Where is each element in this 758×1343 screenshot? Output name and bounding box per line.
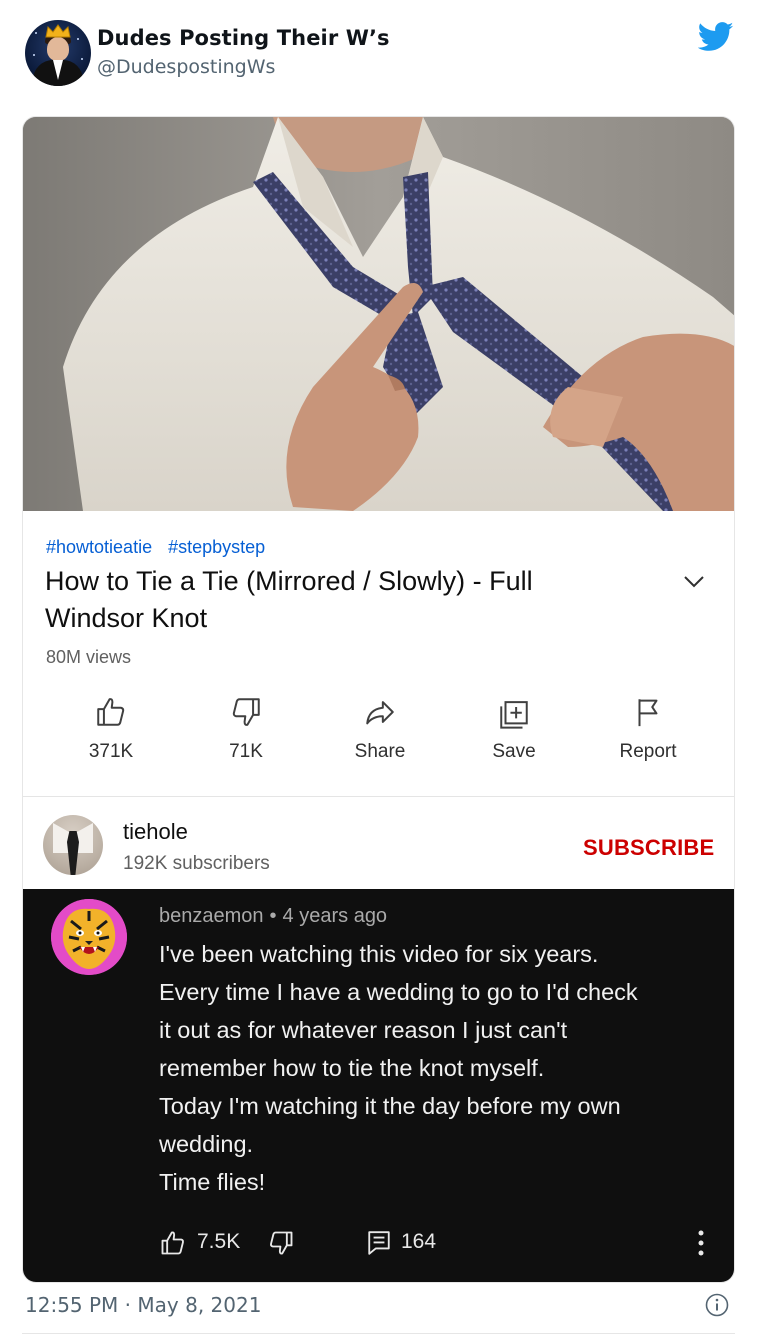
report-button[interactable]: Report bbox=[588, 695, 708, 763]
channel-name[interactable]: tiehole bbox=[123, 819, 188, 845]
comment-dislike-icon[interactable] bbox=[267, 1229, 295, 1257]
like-count: 371K bbox=[88, 741, 134, 762]
thumbs-down-icon bbox=[232, 698, 260, 726]
profile-avatar[interactable] bbox=[25, 20, 91, 86]
media-card[interactable]: #howtotieatie #stepbystep How to Tie a Ti… bbox=[22, 116, 735, 1283]
channel-avatar[interactable] bbox=[43, 815, 103, 875]
chevron-down-icon[interactable] bbox=[683, 575, 705, 589]
more-vertical-icon[interactable] bbox=[697, 1229, 705, 1257]
dislike-count: 71K bbox=[229, 741, 263, 762]
dislike-button[interactable]: 71K bbox=[186, 695, 306, 763]
star-decoration bbox=[81, 58, 83, 60]
video-title-line: Windsor Knot bbox=[45, 603, 208, 633]
comment-text: I've been watching this video for six ye… bbox=[159, 935, 719, 1201]
twitter-bird-icon[interactable] bbox=[698, 22, 734, 52]
share-label: Share bbox=[354, 741, 406, 762]
comment-line: I've been watching this video for six ye… bbox=[159, 941, 599, 967]
tiger-avatar-image bbox=[51, 899, 127, 975]
share-icon bbox=[366, 701, 394, 725]
save-button[interactable]: Save bbox=[454, 695, 574, 763]
channel-row: tiehole 192K subscribers SUBSCRIBE bbox=[23, 796, 734, 889]
comment-author[interactable]: benzaemon bbox=[159, 905, 264, 927]
thumbs-up-icon bbox=[97, 698, 125, 726]
comment-actions: 7.5K 164 bbox=[159, 1227, 719, 1257]
video-frame-illustration bbox=[23, 117, 734, 511]
info-icon[interactable] bbox=[705, 1293, 729, 1317]
comment-block: benzaemon • 4 years ago I've been watching… bbox=[23, 889, 734, 1282]
meta-separator: • bbox=[269, 905, 277, 927]
display-name[interactable]: Dudes Posting Their W’s bbox=[97, 26, 390, 50]
comment-line: it out as for whatever reason I just can… bbox=[159, 1017, 568, 1043]
video-thumbnail[interactable] bbox=[23, 117, 734, 511]
comment-line: remember how to tie the knot myself. bbox=[159, 1055, 545, 1081]
subscribe-button[interactable]: SUBSCRIBE bbox=[583, 835, 714, 861]
hashtag-row: #howtotieatie #stepbystep bbox=[46, 537, 281, 558]
save-icon bbox=[500, 701, 528, 729]
subscriber-count: 192K subscribers bbox=[123, 853, 270, 874]
divider bbox=[22, 1333, 735, 1334]
view-count: 80M views bbox=[46, 647, 132, 667]
comment-meta: benzaemon • 4 years ago bbox=[159, 905, 387, 928]
comment-line: Time flies! bbox=[159, 1169, 266, 1195]
comment-like-count: 7.5K bbox=[197, 1230, 241, 1253]
hashtag-link[interactable]: #stepbystep bbox=[168, 537, 265, 557]
user-handle[interactable]: @DudespostingWs bbox=[97, 56, 275, 78]
comment-like-icon[interactable] bbox=[159, 1229, 187, 1257]
avatar-tie bbox=[67, 831, 79, 875]
video-info: #howtotieatie #stepbystep How to Tie a Ti… bbox=[23, 511, 734, 796]
video-action-bar: 371K 71K Share Save Report bbox=[23, 695, 734, 775]
star-decoration bbox=[77, 38, 79, 40]
comment-line: Today I'm watching it the day before my … bbox=[159, 1093, 621, 1119]
comment-line: wedding. bbox=[159, 1131, 254, 1157]
comment-age: 4 years ago bbox=[282, 905, 388, 927]
hashtag-link[interactable]: #howtotieatie bbox=[46, 537, 152, 557]
star-decoration bbox=[35, 32, 37, 34]
report-label: Report bbox=[619, 741, 677, 762]
flag-icon bbox=[638, 699, 658, 727]
commenter-avatar[interactable] bbox=[51, 899, 127, 975]
tweet-card: Dudes Posting Their W’s @DudespostingWs bbox=[0, 0, 758, 1343]
star-decoration bbox=[33, 54, 35, 56]
tweet-timestamp[interactable]: 12:55 PM · May 8, 2021 bbox=[25, 1293, 261, 1317]
save-label: Save bbox=[492, 741, 536, 762]
like-button[interactable]: 371K bbox=[51, 695, 171, 763]
reply-icon[interactable] bbox=[367, 1230, 391, 1256]
crown-icon bbox=[45, 24, 71, 38]
comment-line: Every time I have a wedding to go to I'd… bbox=[159, 979, 638, 1005]
avatar-face bbox=[47, 37, 69, 61]
video-title-line: How to Tie a Tie (Mirrored / Slowly) - F… bbox=[45, 566, 533, 596]
reply-count: 164 bbox=[401, 1230, 437, 1253]
video-title[interactable]: How to Tie a Tie (Mirrored / Slowly) - F… bbox=[45, 563, 645, 637]
share-button[interactable]: Share bbox=[320, 695, 440, 763]
